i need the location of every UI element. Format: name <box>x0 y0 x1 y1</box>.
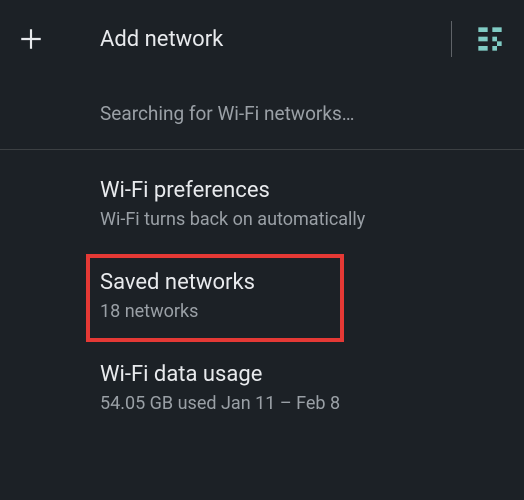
plus-icon <box>18 26 44 52</box>
add-network-row[interactable]: Add network <box>0 0 524 78</box>
item-title: Saved networks <box>100 270 504 295</box>
wifi-data-usage-item[interactable]: Wi-Fi data usage 54.05 GB used Jan 11 – … <box>0 342 524 434</box>
item-title: Wi-Fi preferences <box>100 178 504 203</box>
header-right-controls <box>451 21 504 57</box>
item-title: Wi-Fi data usage <box>100 362 504 387</box>
vertical-divider <box>451 21 452 57</box>
item-subtitle: 54.05 GB used Jan 11 – Feb 8 <box>100 393 504 414</box>
saved-networks-item[interactable]: Saved networks 18 networks <box>0 250 524 342</box>
status-row: Searching for Wi-Fi networks… <box>0 78 524 149</box>
qr-scan-icon[interactable] <box>476 25 504 53</box>
highlight-annotation <box>86 254 344 342</box>
add-network-label: Add network <box>100 27 451 52</box>
wifi-preferences-item[interactable]: Wi-Fi preferences Wi-Fi turns back on au… <box>0 158 524 250</box>
item-subtitle: 18 networks <box>100 301 504 322</box>
settings-list: Wi-Fi preferences Wi-Fi turns back on au… <box>0 150 524 434</box>
searching-status-text: Searching for Wi-Fi networks… <box>100 102 355 125</box>
item-subtitle: Wi-Fi turns back on automatically <box>100 209 504 230</box>
